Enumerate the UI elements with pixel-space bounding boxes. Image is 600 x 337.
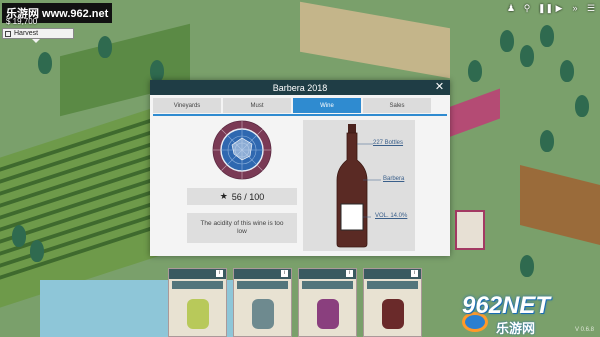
card-subheader — [367, 281, 418, 289]
tree — [500, 30, 514, 52]
chip-pointer — [32, 39, 40, 43]
top-toolbar: ♟ ⚲ ❚❚ ▶ » ☰ — [506, 3, 596, 13]
variety-label: Barbera — [383, 176, 405, 182]
task-chip[interactable]: Harvest — [2, 28, 74, 39]
tree — [520, 45, 534, 67]
tab-sales[interactable]: Sales — [363, 98, 431, 113]
worker-icon[interactable]: ⚲ — [522, 3, 532, 13]
card-grapes[interactable]: i — [168, 268, 227, 337]
card-bottle[interactable]: i — [363, 268, 422, 337]
version-label: V 0.6.8 — [574, 327, 594, 333]
card-subheader — [237, 281, 288, 289]
tree — [540, 25, 554, 47]
star-icon: ★ — [219, 191, 228, 201]
tab-bar: Vineyards Must Wine Sales — [153, 98, 450, 113]
tab-vineyards[interactable]: Vineyards — [153, 98, 221, 113]
tab-wine[interactable]: Wine — [293, 98, 361, 113]
close-icon[interactable]: ✕ — [434, 82, 445, 93]
card-image — [187, 299, 209, 329]
wine-dialog: Barbera 2018 ✕ Vineyards Must Wine Sales — [150, 80, 450, 256]
brand-small-text: 乐游网 — [496, 321, 536, 336]
tree — [540, 130, 554, 152]
tree — [98, 36, 112, 58]
tab-must[interactable]: Must — [223, 98, 291, 113]
quality-score: ★ 56 / 100 — [187, 188, 297, 205]
card-image — [252, 299, 274, 329]
farmhouse[interactable] — [455, 210, 485, 250]
aroma-wheel-icon[interactable] — [212, 120, 272, 180]
tree — [150, 60, 164, 82]
dirt-field[interactable] — [300, 1, 450, 79]
bottle-panel: 227 Bottles Barbera VOL. 14.0% — [303, 120, 415, 251]
checkbox-icon[interactable] — [5, 30, 11, 37]
tree — [575, 95, 589, 117]
card-red-grapes[interactable]: i — [298, 268, 357, 337]
task-label: Harvest — [14, 30, 39, 37]
wine-comment: The acidity of this wine is too low — [187, 213, 297, 243]
tree — [12, 225, 26, 247]
building-roof[interactable] — [448, 88, 500, 138]
score-text: 56 / 100 — [231, 191, 265, 202]
brand-big-text: 962NET — [462, 292, 551, 319]
card-image — [317, 299, 339, 329]
info-icon[interactable]: i — [411, 270, 418, 277]
pause-icon[interactable]: ❚❚ — [538, 3, 553, 13]
card-barrel[interactable]: i — [233, 268, 292, 337]
dialog-header: Barbera 2018 ✕ — [150, 80, 450, 95]
money-display: $ 19,700 — [6, 17, 38, 26]
card-subheader — [302, 281, 353, 289]
dialog-title: Barbera 2018 — [272, 82, 328, 93]
info-icon[interactable]: i — [346, 270, 353, 277]
card-subheader — [172, 281, 223, 289]
play-icon[interactable]: ▶ — [554, 3, 564, 13]
card-image — [382, 299, 404, 329]
info-icon[interactable]: i — [281, 270, 288, 277]
fast-forward-icon[interactable]: » — [570, 3, 580, 13]
tree — [30, 240, 44, 262]
tree — [468, 60, 482, 82]
info-icon[interactable]: i — [216, 270, 223, 277]
character-icon[interactable]: ♟ — [506, 3, 516, 13]
plowed-field[interactable] — [520, 165, 600, 245]
bottle-count-label: 227 Bottles — [373, 140, 404, 146]
tree — [560, 60, 574, 82]
wine-stats: ★ 56 / 100 The acidity of this wine is t… — [187, 120, 297, 243]
inventory-cards: iiii — [168, 268, 422, 337]
vineyard-plot[interactable] — [0, 102, 170, 308]
alcohol-label: VOL. 14.0% — [375, 213, 408, 219]
tab-underline — [153, 114, 447, 116]
settings-icon[interactable]: ☰ — [586, 3, 596, 13]
tree — [520, 255, 534, 277]
tree — [38, 52, 52, 74]
